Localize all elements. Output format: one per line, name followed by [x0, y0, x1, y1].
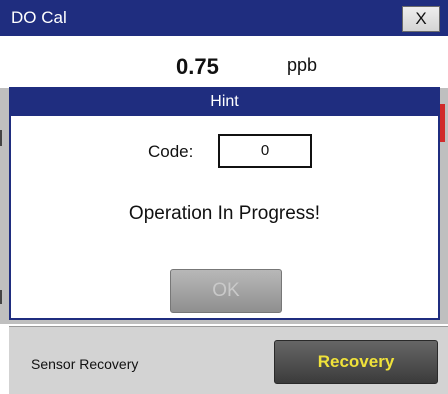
bottom-bar: Sensor Recovery Recovery — [9, 326, 448, 394]
title-bar: DO Cal X — [0, 0, 448, 36]
reading-value: 0.75 — [176, 54, 219, 79]
sensor-recovery-label: Sensor Recovery — [31, 356, 139, 372]
edge-marker — [0, 130, 2, 146]
alert-marker — [440, 104, 445, 142]
dialog-title-bar: Hint — [11, 89, 438, 116]
code-field[interactable]: 0 — [218, 134, 312, 168]
window-title: DO Cal — [11, 8, 67, 27]
reading-unit: ppb — [287, 55, 318, 75]
recovery-button[interactable]: Recovery — [274, 340, 438, 384]
code-label: Code: — [148, 142, 194, 161]
dialog-title: Hint — [210, 93, 239, 110]
ok-button[interactable]: OK — [170, 269, 282, 313]
hint-dialog: Hint Code: 0 Operation In Progress! OK — [9, 87, 440, 320]
progress-message: Operation In Progress! — [128, 203, 321, 224]
close-button[interactable]: X — [402, 6, 440, 32]
edge-marker — [0, 290, 2, 304]
